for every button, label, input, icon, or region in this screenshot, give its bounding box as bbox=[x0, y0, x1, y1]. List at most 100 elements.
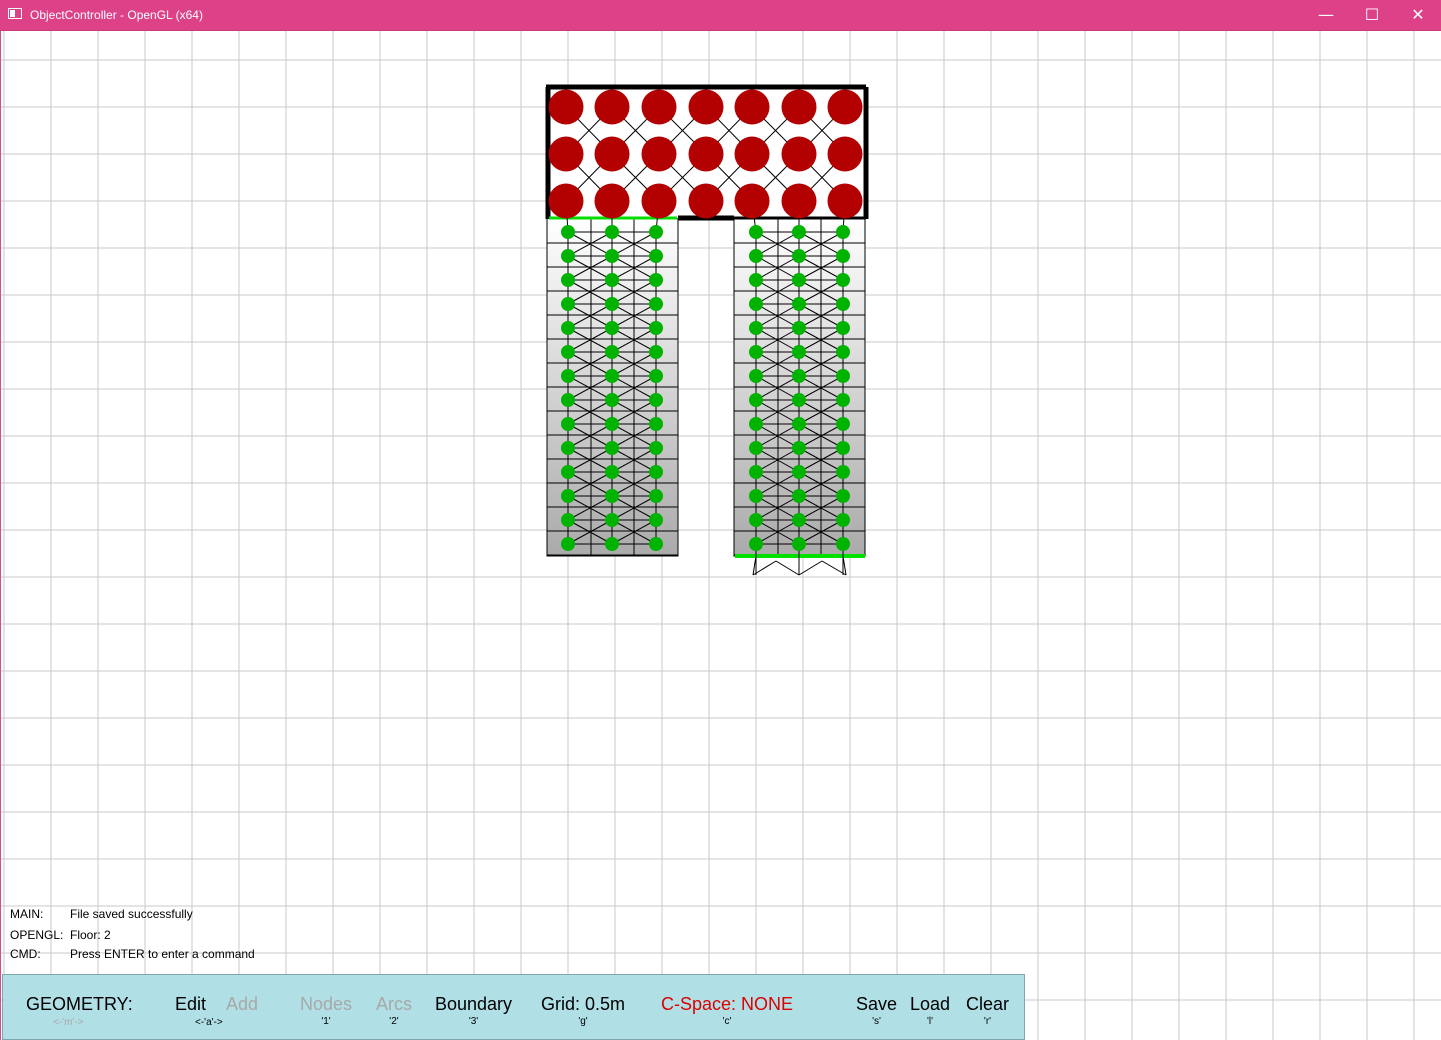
corridor-node[interactable] bbox=[749, 513, 763, 527]
room-node[interactable] bbox=[641, 89, 677, 125]
corridor-node[interactable] bbox=[792, 393, 806, 407]
corridor-node[interactable] bbox=[561, 393, 575, 407]
corridor-node[interactable] bbox=[836, 441, 850, 455]
corridor-node[interactable] bbox=[836, 393, 850, 407]
corridor-node[interactable] bbox=[792, 345, 806, 359]
room-node[interactable] bbox=[594, 136, 630, 172]
corridor-node[interactable] bbox=[836, 513, 850, 527]
corridor-node[interactable] bbox=[749, 537, 763, 551]
corridor-node[interactable] bbox=[605, 513, 619, 527]
corridor-node[interactable] bbox=[649, 249, 663, 263]
corridor-node[interactable] bbox=[649, 345, 663, 359]
corridor-node[interactable] bbox=[836, 417, 850, 431]
corridor-node[interactable] bbox=[561, 225, 575, 239]
add-button[interactable]: Add bbox=[226, 993, 258, 1015]
load-button[interactable]: Load 'l' bbox=[910, 993, 950, 1028]
corridor-node[interactable] bbox=[836, 489, 850, 503]
corridor-node[interactable] bbox=[792, 321, 806, 335]
corridor-node[interactable] bbox=[605, 393, 619, 407]
corridor-node[interactable] bbox=[836, 249, 850, 263]
corridor-node[interactable] bbox=[749, 369, 763, 383]
room-node[interactable] bbox=[548, 183, 584, 219]
corridor-node[interactable] bbox=[792, 297, 806, 311]
maximize-button[interactable]: ☐ bbox=[1349, 0, 1395, 31]
corridor-node[interactable] bbox=[605, 441, 619, 455]
room-node[interactable] bbox=[594, 89, 630, 125]
corridor-node[interactable] bbox=[792, 369, 806, 383]
room-node[interactable] bbox=[827, 136, 863, 172]
boundary-button[interactable]: Boundary '3' bbox=[435, 993, 512, 1028]
corridor-node[interactable] bbox=[605, 273, 619, 287]
corridor-node[interactable] bbox=[792, 513, 806, 527]
room-node[interactable] bbox=[734, 136, 770, 172]
floor-plan-view[interactable] bbox=[1, 31, 1441, 1040]
corridor-node[interactable] bbox=[649, 393, 663, 407]
corridor-node[interactable] bbox=[561, 249, 575, 263]
corridor-node[interactable] bbox=[605, 489, 619, 503]
room-node[interactable] bbox=[734, 89, 770, 125]
close-button[interactable]: ✕ bbox=[1395, 0, 1441, 31]
cspace-button[interactable]: C-Space: NONE 'c' bbox=[661, 993, 793, 1028]
corridor-node[interactable] bbox=[792, 537, 806, 551]
corridor-node[interactable] bbox=[561, 321, 575, 335]
corridor-node[interactable] bbox=[836, 537, 850, 551]
corridor-node[interactable] bbox=[605, 537, 619, 551]
room-node[interactable] bbox=[641, 136, 677, 172]
corridor-node[interactable] bbox=[561, 417, 575, 431]
corridor-node[interactable] bbox=[792, 489, 806, 503]
corridor-node[interactable] bbox=[792, 441, 806, 455]
room-node[interactable] bbox=[548, 136, 584, 172]
corridor-node[interactable] bbox=[605, 225, 619, 239]
room-node[interactable] bbox=[548, 89, 584, 125]
corridor-node[interactable] bbox=[649, 297, 663, 311]
corridor-node[interactable] bbox=[561, 273, 575, 287]
corridor-node[interactable] bbox=[749, 321, 763, 335]
corridor-node[interactable] bbox=[561, 489, 575, 503]
corridor-node[interactable] bbox=[836, 369, 850, 383]
corridor-node[interactable] bbox=[561, 369, 575, 383]
room-node[interactable] bbox=[688, 183, 724, 219]
corridor-node[interactable] bbox=[792, 465, 806, 479]
corridor-node[interactable] bbox=[605, 297, 619, 311]
corridor-node[interactable] bbox=[649, 321, 663, 335]
room-node[interactable] bbox=[827, 183, 863, 219]
corridor-node[interactable] bbox=[649, 513, 663, 527]
corridor-node[interactable] bbox=[749, 393, 763, 407]
clear-button[interactable]: Clear 'r' bbox=[966, 993, 1009, 1028]
room-node[interactable] bbox=[688, 89, 724, 125]
corridor-node[interactable] bbox=[561, 441, 575, 455]
room-node[interactable] bbox=[641, 183, 677, 219]
nodes-button[interactable]: Nodes '1' bbox=[300, 993, 352, 1028]
corridor-node[interactable] bbox=[605, 465, 619, 479]
corridor-node[interactable] bbox=[749, 441, 763, 455]
corridor-node[interactable] bbox=[561, 513, 575, 527]
corridor-node[interactable] bbox=[792, 273, 806, 287]
corridor-node[interactable] bbox=[561, 537, 575, 551]
corridor-node[interactable] bbox=[649, 225, 663, 239]
room-node[interactable] bbox=[827, 89, 863, 125]
corridor-node[interactable] bbox=[836, 345, 850, 359]
corridor-node[interactable] bbox=[836, 297, 850, 311]
opengl-canvas[interactable] bbox=[0, 31, 1441, 1040]
room-node[interactable] bbox=[781, 183, 817, 219]
corridor-node[interactable] bbox=[836, 273, 850, 287]
corridor-node[interactable] bbox=[649, 369, 663, 383]
corridor-node[interactable] bbox=[836, 225, 850, 239]
corridor-node[interactable] bbox=[561, 465, 575, 479]
room-node[interactable] bbox=[594, 183, 630, 219]
corridor-node[interactable] bbox=[749, 225, 763, 239]
grid-button[interactable]: Grid: 0.5m 'g' bbox=[541, 993, 625, 1028]
corridor-node[interactable] bbox=[605, 369, 619, 383]
corridor-node[interactable] bbox=[649, 489, 663, 503]
corridor-node[interactable] bbox=[605, 345, 619, 359]
corridor-node[interactable] bbox=[749, 345, 763, 359]
corridor-node[interactable] bbox=[605, 321, 619, 335]
room-node[interactable] bbox=[734, 183, 770, 219]
corridor-node[interactable] bbox=[605, 417, 619, 431]
corridor-node[interactable] bbox=[561, 345, 575, 359]
corridor-node[interactable] bbox=[561, 297, 575, 311]
edit-button[interactable]: Edit bbox=[175, 993, 206, 1015]
corridor-node[interactable] bbox=[749, 417, 763, 431]
corridor-node[interactable] bbox=[749, 249, 763, 263]
corridor-node[interactable] bbox=[649, 417, 663, 431]
